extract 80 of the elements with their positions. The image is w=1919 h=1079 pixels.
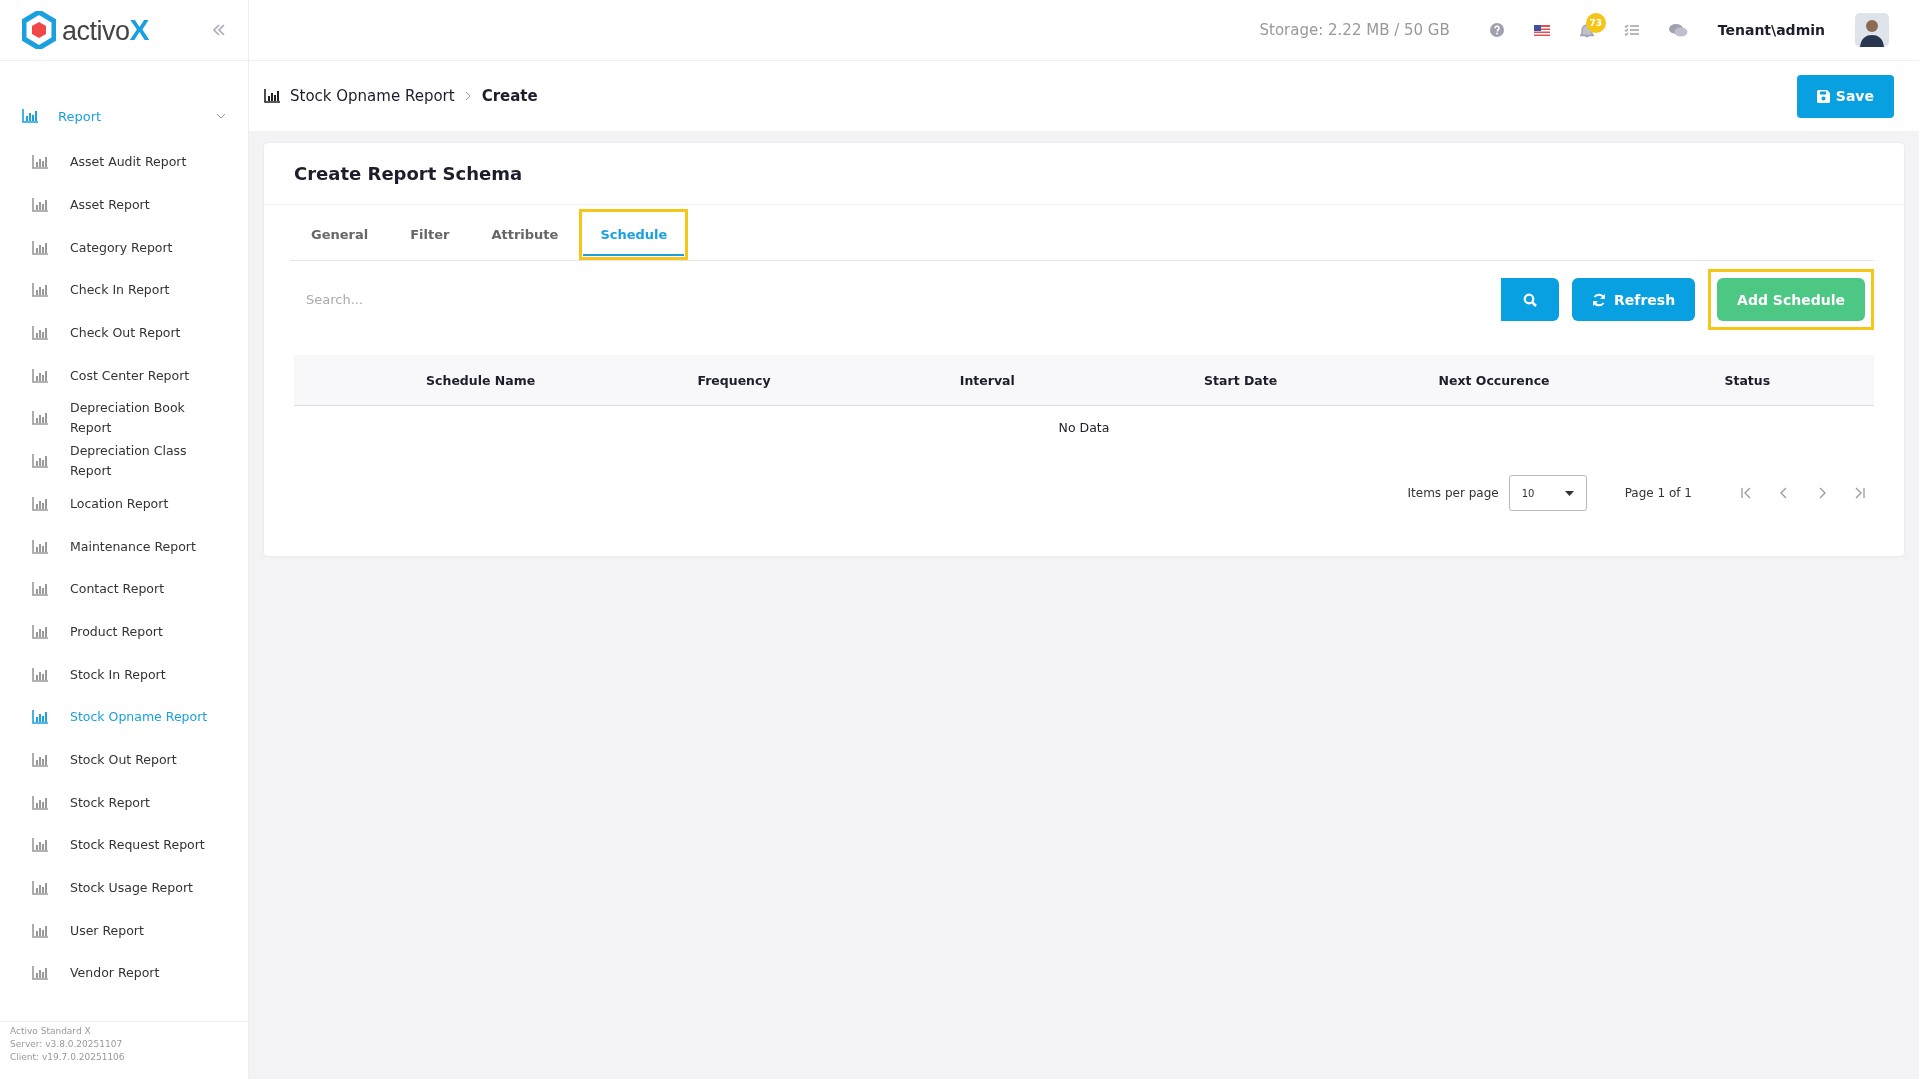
user-name[interactable]: Tenant\admin [1717, 22, 1825, 38]
column-header: Schedule Name [425, 372, 537, 388]
last-page-icon[interactable] [1854, 487, 1866, 499]
chart-icon [32, 454, 48, 469]
chart-icon [32, 198, 48, 213]
chart-icon [32, 283, 48, 298]
sidebar-item[interactable]: Stock Report [0, 781, 248, 824]
chart-icon [32, 368, 48, 383]
sidebar-item[interactable]: Check Out Report [0, 311, 248, 355]
sidebar-item[interactable]: User Report [0, 909, 248, 953]
chart-icon [32, 838, 48, 853]
sidebar-item[interactable]: Stock In Report [0, 653, 248, 696]
avatar[interactable] [1855, 13, 1889, 47]
sidebar-item[interactable]: Depreciation Book Report [0, 397, 248, 440]
search-button[interactable] [1501, 278, 1560, 321]
chart-icon [32, 752, 48, 767]
chat-icon[interactable] [1668, 22, 1688, 38]
sidebar-item[interactable]: Asset Report [0, 183, 248, 227]
flag-icon[interactable] [1533, 24, 1550, 36]
tab[interactable]: Filter [393, 213, 467, 256]
refresh-icon [1592, 292, 1607, 307]
sidebar-item[interactable]: Vendor Report [0, 952, 248, 995]
chart-icon [32, 496, 48, 511]
chart-icon [32, 624, 48, 639]
storage-text: Storage: 2.22 MB / 50 GB [1259, 21, 1450, 39]
chart-icon [32, 582, 48, 597]
tab[interactable]: General [294, 213, 386, 256]
logo-icon [22, 11, 56, 49]
chart-icon [32, 966, 48, 981]
sidebar-item[interactable]: Location Report [0, 482, 248, 526]
column-header: Frequency [696, 372, 772, 388]
sidebar-item[interactable]: Product Report [0, 610, 248, 654]
items-per-page-label: Items per page [1407, 486, 1499, 500]
page-label: Page 1 of 1 [1624, 486, 1692, 500]
chevron-icon [216, 113, 226, 119]
sidebar-item[interactable]: Cost Center Report [0, 354, 248, 398]
chart-icon [32, 923, 48, 938]
sidebar-item[interactable]: Maintenance Report [0, 525, 248, 568]
version-text: Client: v19.7.0.20251106 [10, 1052, 126, 1062]
checklist-icon[interactable] [1623, 24, 1639, 36]
empty-message: No Data [1058, 420, 1110, 435]
chart-icon [32, 881, 48, 896]
chart-icon [32, 155, 48, 170]
chart-icon [32, 795, 48, 810]
sidebar-item[interactable]: Asset Audit Report [0, 141, 248, 184]
chart-icon [32, 710, 48, 725]
floppy-icon [1816, 89, 1830, 103]
notification-badge: 73 [1585, 12, 1606, 33]
first-page-icon[interactable] [1740, 487, 1752, 499]
tab[interactable]: Attribute [474, 213, 576, 256]
chart-icon [32, 667, 48, 682]
collapse-icon[interactable] [212, 24, 226, 36]
sidebar-item[interactable]: Check In Report [0, 269, 248, 312]
chart-icon [32, 539, 48, 554]
chart-icon [22, 109, 38, 123]
sidebar-item[interactable]: Stock Usage Report [0, 866, 248, 910]
sidebar-item[interactable]: Contact Report [0, 567, 248, 611]
sidebar-item[interactable]: Stock Request Report [0, 824, 248, 867]
search-icon [1523, 292, 1538, 307]
card-title: Create Report Schema [264, 143, 1904, 205]
version-text: Server: v3.8.0.20251107 [10, 1039, 124, 1049]
column-header: Interval [958, 372, 1016, 388]
chevron-icon [464, 91, 472, 101]
help-icon[interactable] [1489, 23, 1504, 37]
page-size-select[interactable]: 10 [1508, 475, 1587, 511]
caret-icon [1564, 490, 1574, 496]
column-header: Next Occurence [1437, 372, 1551, 388]
chart-icon [32, 240, 48, 255]
version-text: Activo Standard X [10, 1026, 92, 1036]
chart-icon [32, 411, 48, 426]
chart-icon [264, 89, 280, 103]
logo-text: activoX [62, 13, 150, 47]
column-header: Status [1723, 372, 1772, 388]
column-header: Start Date [1203, 372, 1279, 388]
breadcrumb-item: Create [481, 87, 538, 105]
sidebar-item[interactable]: Stock Out Report [0, 738, 248, 782]
chart-icon [32, 326, 48, 341]
sidebar-item[interactable]: Category Report [0, 226, 248, 270]
sidebar-item[interactable]: Depreciation Class Report [0, 439, 248, 483]
breadcrumb-item[interactable]: Stock Opname Report [290, 87, 455, 105]
